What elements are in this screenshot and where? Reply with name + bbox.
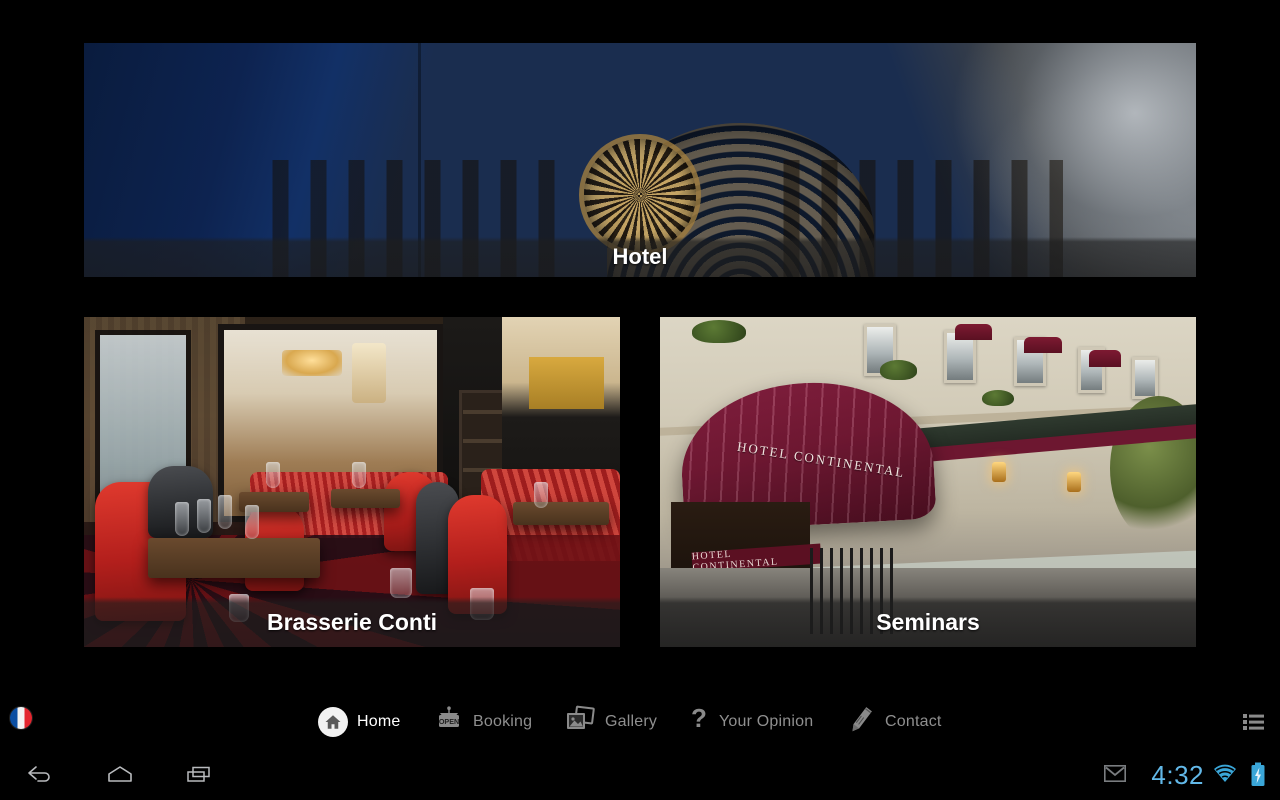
open-sign-icon: OPEN xyxy=(434,705,464,740)
tile-seminars-label: Seminars xyxy=(876,608,980,635)
wifi-icon[interactable] xyxy=(1212,764,1238,789)
nav-item-gallery[interactable]: Gallery xyxy=(564,696,657,748)
tile-brasserie-label: Brasserie Conti xyxy=(266,608,437,635)
question-mark-icon: ? xyxy=(688,703,710,740)
nav-item-contact[interactable]: Contact xyxy=(846,696,942,748)
svg-text:?: ? xyxy=(691,705,707,733)
system-clock: 4:32 xyxy=(1151,760,1204,790)
nav-item-booking[interactable]: OPEN Booking xyxy=(434,696,532,748)
tile-hotel-label: Hotel xyxy=(612,244,668,269)
hotel-label-band: Hotel xyxy=(84,237,1196,277)
nav-label-your-opinion: Your Opinion xyxy=(719,713,814,730)
gmail-icon[interactable] xyxy=(1104,765,1126,787)
android-home-icon[interactable] xyxy=(98,758,142,790)
android-system-bar: 4:32 xyxy=(0,748,1280,800)
tile-brasserie-conti[interactable]: Brasserie Conti xyxy=(84,317,620,647)
brasserie-label-band: Brasserie Conti xyxy=(84,597,620,647)
seminars-label-band: Seminars xyxy=(660,597,1196,647)
home-icon xyxy=(318,707,348,737)
app-root: Hotel Brasserie Conti HOTEL CONTINENTAL … xyxy=(0,0,1280,800)
nav-label-gallery: Gallery xyxy=(605,713,658,730)
app-nav-bar: Home OPEN Booking Gallery ? Your Opinion… xyxy=(0,696,1280,748)
france-flag-icon[interactable] xyxy=(10,707,32,729)
nav-label-booking: Booking xyxy=(473,713,533,730)
tile-seminars[interactable]: HOTEL CONTINENTAL HOTEL CONTINENTAL Semi… xyxy=(660,317,1196,647)
svg-text:OPEN: OPEN xyxy=(439,717,459,726)
battery-charging-icon[interactable] xyxy=(1250,762,1266,792)
back-arrow-icon[interactable] xyxy=(18,758,62,790)
recent-apps-icon[interactable] xyxy=(178,758,222,790)
nav-label-contact: Contact xyxy=(885,713,942,730)
nav-item-your-opinion[interactable]: ? Your Opinion xyxy=(688,696,813,748)
nav-item-home[interactable]: Home xyxy=(318,696,400,748)
nav-label-home: Home xyxy=(357,713,401,730)
pencil-icon xyxy=(846,705,876,740)
photos-icon xyxy=(564,705,596,740)
tile-hotel[interactable]: Hotel xyxy=(84,43,1196,277)
list-menu-icon[interactable] xyxy=(1242,710,1266,734)
